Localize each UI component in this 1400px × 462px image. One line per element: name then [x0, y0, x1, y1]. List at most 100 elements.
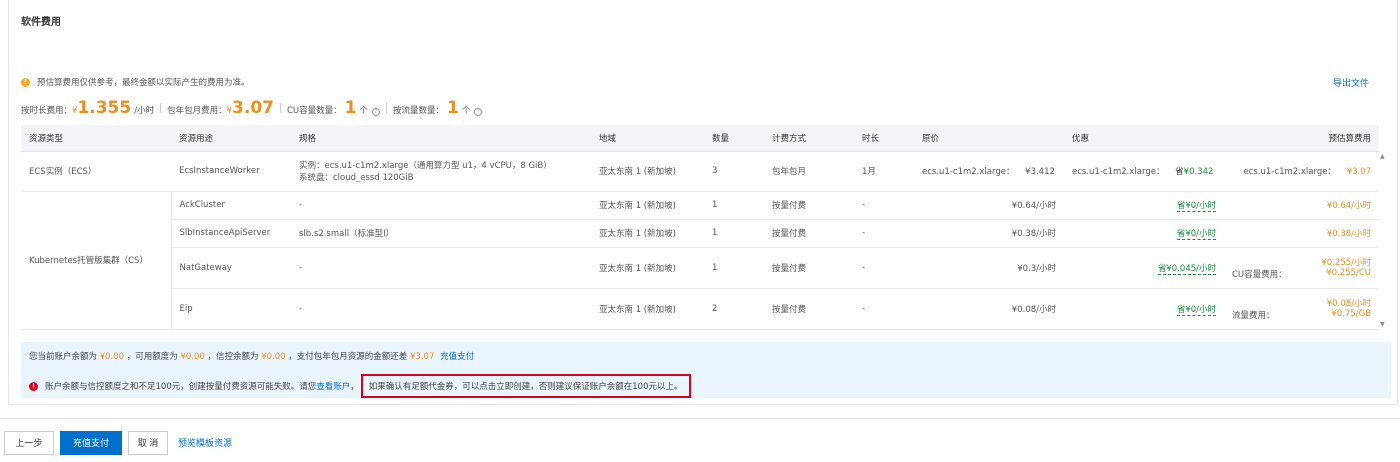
resource-spec: -: [291, 191, 591, 220]
price-spec: ecs.u1-c1m2.xlarge：: [922, 167, 1015, 177]
credit-text: ，可用额度为: [126, 352, 178, 362]
billing-method: 按量付费: [764, 219, 854, 248]
discount: 省¥0.045/小时: [1064, 247, 1224, 289]
estimate-notice: ! 预估算费用仅供参考，最终金额以实际产生的费用为准。: [21, 76, 250, 88]
estimate-value: ¥0.38/小时: [1326, 229, 1371, 239]
table-scrollbar[interactable]: ▲ ▼: [1379, 151, 1387, 330]
help-icon[interactable]: ?: [372, 108, 381, 116]
region: 亚太东南 1 (新加坡): [591, 247, 704, 289]
duration: -: [854, 219, 914, 248]
original-price: ¥0.64/小时: [914, 191, 1064, 220]
error-icon: !: [29, 381, 38, 391]
export-file-link[interactable]: 导出文件: [1333, 76, 1369, 89]
balance-info: 您当前账户余额为 ¥0.00 ，可用额度为 ¥0.00 ，信控余额为 ¥0.00…: [29, 350, 474, 362]
column-header: 优惠: [1064, 125, 1224, 152]
estimate-traffic-value: ¥0.75/GB: [1331, 308, 1371, 319]
original-price: ¥0.38/小时: [914, 219, 1064, 248]
view-account-link[interactable]: 查看账户: [316, 380, 350, 392]
column-header: 计费方式: [764, 125, 854, 152]
divider: [160, 103, 162, 113]
discount-value: 省¥0/小时: [1176, 229, 1216, 240]
traffic-count-label: 按流量数量：: [393, 106, 445, 116]
traffic-count-unit: 个: [461, 106, 471, 116]
discount-value: 省¥0/小时: [1176, 304, 1216, 316]
resource-usage: EcsInstanceWorker: [171, 151, 291, 192]
region: 亚太东南 1 (新加坡): [591, 219, 704, 248]
duration: -: [854, 288, 914, 330]
column-header: 预估算费用: [1224, 125, 1379, 152]
monthly-fee-value: 3.07: [232, 98, 274, 118]
column-header: 资源类型: [21, 125, 171, 152]
warning-text: 账户余额与信控额度之和不足100元，创建按量付费资源可能失败。请您: [45, 382, 317, 392]
column-header: 时长: [854, 125, 914, 152]
notice-text: 预估算费用仅供参考，最终金额以实际产生的费用为准。: [37, 78, 250, 88]
discount-value: 省¥0.342: [1175, 167, 1214, 177]
discount: ecs.u1-c1m2.xlarge： 省¥0.342: [1064, 151, 1224, 192]
table-header-row: 资源类型 资源用途 规格 地域 数量 计费方式 时长 原价 优惠 预估算费用: [21, 125, 1379, 152]
shortfall-text: ，支付包年包月资源的金额还差: [288, 352, 408, 362]
recharge-pay-button[interactable]: 充值支付: [60, 431, 122, 455]
estimate-traffic-label: 流量费用：: [1232, 310, 1275, 321]
column-header: 地域: [591, 125, 704, 152]
resource-spec: 实例：ecs.u1-c1m2.xlarge（通用算力型 u1，4 vCPU，8 …: [291, 151, 591, 192]
credit-value: ¥0.00: [180, 352, 205, 362]
estimated-fee: ¥0.38/小时: [1224, 219, 1379, 248]
discount: 省¥0/小时: [1064, 288, 1224, 330]
resource-usage: AckCluster: [171, 191, 291, 220]
estimated-fee: ecs.u1-c1m2.xlarge： ¥3.07: [1224, 151, 1379, 192]
estimate-spec: ecs.u1-c1m2.xlarge：: [1243, 167, 1336, 177]
balance-value: ¥0.00: [99, 352, 125, 362]
estimated-fee: ¥0.64/小时: [1224, 191, 1379, 220]
fee-summary: 按时长费用： ¥ 1.355 /小时 包年包月费用： ¥ 3.07 CU容量数量…: [21, 98, 483, 118]
price-value: ¥3.412: [1025, 167, 1055, 177]
duration: -: [854, 247, 914, 289]
quantity: 1: [704, 191, 764, 220]
balance-warning: ! 账户余额与信控额度之和不足100元，创建按量付费资源可能失败。请您 查看账户…: [29, 374, 691, 398]
traffic-count-value: 1: [447, 98, 459, 118]
estimate-cu-label: CU容量费用：: [1232, 269, 1287, 280]
resource-usage: Eip: [171, 288, 291, 330]
recharge-link[interactable]: 充值支付: [440, 352, 474, 362]
column-header: 数量: [704, 125, 764, 152]
preview-template-link[interactable]: 预览模板资源: [172, 431, 238, 455]
divider: [279, 103, 281, 113]
scroll-down-icon[interactable]: ▼: [1380, 321, 1385, 328]
estimate-traffic: 流量费用： ¥0.75/GB: [1232, 308, 1371, 321]
duration: -: [854, 191, 914, 220]
duration: 1月: [854, 151, 914, 192]
table-row: Eip - 亚太东南 1 (新加坡) 2 按量付费 - ¥0.08/小时 省¥0…: [21, 288, 1379, 330]
info-icon: !: [21, 77, 30, 87]
resource-spec: -: [291, 247, 591, 289]
prev-step-button[interactable]: 上一步: [4, 431, 54, 455]
region: 亚太东南 1 (新加坡): [591, 151, 704, 192]
cancel-button[interactable]: 取 消: [128, 431, 168, 455]
original-price: ecs.u1-c1m2.xlarge： ¥3.412: [914, 151, 1064, 192]
estimated-fee: ¥0.255/小时 CU容量费用： ¥0.255/CU: [1224, 247, 1379, 289]
estimate-hourly: ¥0.255/小时: [1321, 257, 1371, 268]
section-title: 软件费用: [21, 17, 61, 28]
cu-count-label: CU容量数量：: [286, 106, 342, 116]
discount-spec: ecs.u1-c1m2.xlarge：: [1072, 167, 1165, 177]
shortfall-value: ¥3.07: [410, 352, 435, 362]
quantity: 1: [704, 247, 764, 289]
resource-usage: NatGateway: [171, 247, 291, 289]
original-price: ¥0.3/小时: [914, 247, 1064, 289]
column-header: 资源用途: [171, 125, 291, 152]
quantity: 2: [704, 288, 764, 330]
region: 亚太东南 1 (新加坡): [591, 288, 704, 330]
billing-method: 按量付费: [764, 247, 854, 289]
discount: 省¥0/小时: [1064, 191, 1224, 220]
warning-separator: ，: [350, 382, 359, 392]
scroll-up-icon[interactable]: ▲: [1380, 153, 1385, 160]
estimated-fee: ¥0.08/小时 流量费用： ¥0.75/GB: [1224, 288, 1379, 330]
discount-value: 省¥0/小时: [1176, 201, 1216, 212]
estimate-cu-value: ¥0.255/CU: [1326, 267, 1371, 278]
estimate-value: ¥3.07: [1346, 167, 1371, 177]
resource-spec: -: [291, 288, 591, 330]
column-header: 规格: [291, 125, 591, 152]
discount-value: 省¥0.045/小时: [1157, 263, 1216, 275]
billing-method: 按量付费: [764, 191, 854, 220]
action-bar: 上一步 充值支付 取 消 预览模板资源: [0, 418, 1400, 462]
control-text: ，信控余额为: [207, 352, 259, 362]
help-icon[interactable]: ?: [474, 108, 483, 116]
